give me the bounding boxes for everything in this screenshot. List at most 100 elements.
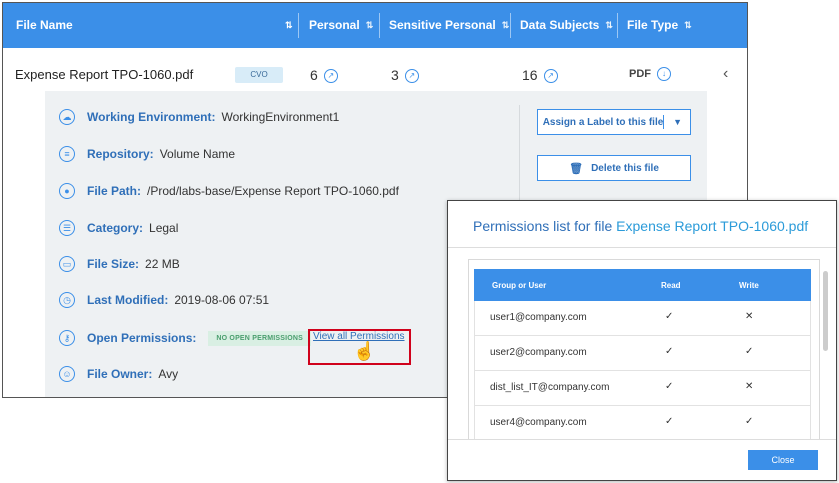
column-label: File Name [16, 18, 73, 32]
detail-working-environment: ☁ Working Environment: WorkingEnvironmen… [59, 105, 339, 129]
column-data-subjects[interactable]: Data Subjects ⇅ [520, 3, 613, 48]
chevron-left-icon[interactable]: ‹ [723, 65, 728, 83]
read-permission-icon: ✓ [665, 381, 674, 392]
investigate-link-icon[interactable]: ↗ [323, 69, 338, 84]
investigate-link-icon[interactable]: ↗ [543, 69, 558, 84]
permissions-table-header: Group or User Read Write [474, 269, 811, 301]
file-type: PDF ↓ [629, 67, 671, 81]
download-icon[interactable]: ↓ [657, 67, 671, 81]
column-sensitive-personal[interactable]: Sensitive Personal ⇅ [389, 3, 509, 48]
close-button[interactable]: Close [748, 450, 818, 470]
column-group-or-user: Group or User [492, 281, 547, 290]
divider [448, 247, 836, 248]
investigate-link-icon[interactable]: ↗ [404, 69, 419, 84]
detail-value: Avy [158, 367, 179, 381]
hand-cursor-icon: ☝ [353, 341, 376, 361]
user-card-icon: ☺ [59, 366, 75, 382]
dialog-file-name: Expense Report TPO-1060.pdf [616, 218, 809, 234]
detail-value: 22 MB [145, 257, 180, 271]
detail-label: Open Permissions: [87, 331, 197, 345]
user-name: dist_list_IT@company.com [490, 382, 610, 393]
detail-value: WorkingEnvironment1 [221, 110, 340, 124]
sensitive-personal-count: 3 ↗ [391, 67, 419, 84]
dialog-title-prefix: Permissions list for file [473, 218, 613, 234]
sensitive-personal-value: 3 [391, 67, 399, 83]
write-permission-icon: ✓ [745, 416, 754, 427]
detail-label: Repository: [87, 147, 154, 161]
sort-arrows-icon[interactable]: ⇅ [366, 3, 373, 48]
scrollbar[interactable] [823, 271, 828, 351]
column-file-type[interactable]: File Type ⇅ [627, 3, 692, 48]
user-name: user4@company.com [490, 417, 587, 428]
permissions-dialog: Permissions list for file Expense Report… [447, 200, 837, 481]
read-permission-icon: ✓ [665, 311, 674, 322]
column-label: File Type [627, 18, 679, 32]
detail-repository: ≡ Repository: Volume Name [59, 142, 235, 166]
database-icon: ≡ [59, 146, 75, 162]
caret-down-icon[interactable]: ▼ [673, 117, 682, 127]
table-row[interactable]: Expense Report TPO-1060.pdf CVO 6 ↗ 3 ↗ 16… [3, 53, 747, 95]
button-label: Delete this file [591, 162, 659, 174]
detail-value: 2019-08-06 07:51 [174, 293, 270, 307]
sort-arrows-icon[interactable]: ⇅ [285, 20, 293, 31]
read-permission-icon: ✓ [665, 346, 674, 357]
detail-label: Last Modified: [87, 293, 169, 307]
clock-icon: ◷ [59, 292, 75, 308]
divider [448, 439, 836, 440]
permissions-table: Group or User Read Write user1@company.c… [468, 259, 820, 440]
data-subjects-value: 16 [522, 67, 538, 83]
column-file-name[interactable]: File Name [16, 3, 73, 48]
table-header: File Name ⇅ Personal ⇅ Sensitive Persona… [3, 3, 747, 48]
write-permission-icon: ✕ [745, 311, 754, 322]
detail-value: Volume Name [159, 147, 236, 161]
divider [519, 105, 520, 213]
write-permission-icon: ✓ [745, 346, 754, 357]
detail-file-owner: ☺ File Owner: Avy [59, 362, 178, 386]
personal-value: 6 [310, 67, 318, 83]
column-label: Data Subjects [520, 18, 600, 32]
detail-file-path: ● File Path: /Prod/labs-base/Expense Rep… [59, 179, 399, 203]
column-write: Write [739, 281, 759, 290]
column-divider [617, 13, 618, 38]
column-label: Personal [309, 18, 360, 32]
read-permission-icon: ✓ [665, 416, 674, 427]
detail-file-size: ▭ File Size: 22 MB [59, 252, 180, 276]
column-divider [510, 13, 511, 38]
dialog-title: Permissions list for file Expense Report… [473, 218, 808, 234]
split-divider [663, 115, 664, 129]
detail-category: ☰ Category: Legal [59, 216, 178, 240]
folder-icon: ▭ [59, 256, 75, 272]
column-divider [379, 13, 380, 38]
file-type-value: PDF [629, 67, 651, 80]
column-divider [298, 13, 299, 38]
location-pin-icon: ● [59, 183, 75, 199]
table-row: dist_list_IT@company.com ✓ ✕ [474, 371, 811, 406]
column-personal[interactable]: Personal ⇅ [309, 3, 373, 48]
sort-arrows-icon[interactable]: ⇅ [605, 3, 612, 48]
sort-arrows-icon[interactable]: ⇅ [684, 3, 691, 48]
detail-label: File Size: [87, 257, 140, 271]
write-permission-icon: ✕ [745, 381, 754, 392]
detail-value: Legal [149, 221, 179, 235]
key-icon: ⚷ [59, 330, 75, 346]
personal-count: 6 ↗ [310, 67, 338, 84]
button-label: Assign a Label to this file [542, 116, 664, 128]
no-open-permissions-badge: NO OPEN PERMISSIONS [208, 330, 312, 346]
column-label: Sensitive Personal [389, 18, 496, 32]
working-environment-badge: CVO [235, 67, 283, 83]
assign-label-button[interactable]: Assign a Label to this file ▼ [537, 109, 691, 135]
delete-file-button[interactable]: 🗑 Delete this file [537, 155, 691, 181]
table-row: user2@company.com ✓ ✓ [474, 336, 811, 371]
detail-label: File Owner: [87, 367, 153, 381]
table-row: user1@company.com ✓ ✕ [474, 301, 811, 336]
detail-open-permissions: ⚷ Open Permissions: NO OPEN PERMISSIONS [59, 326, 312, 350]
cloud-icon: ☁ [59, 109, 75, 125]
list-icon: ☰ [59, 220, 75, 236]
sort-arrows-icon[interactable]: ⇅ [502, 3, 509, 48]
trash-icon: 🗑 [569, 162, 584, 175]
table-row: user4@company.com ✓ ✓ [474, 406, 811, 440]
file-name: Expense Report TPO-1060.pdf [15, 67, 194, 82]
data-subjects-count: 16 ↗ [522, 67, 558, 84]
user-name: user2@company.com [490, 347, 587, 358]
detail-last-modified: ◷ Last Modified: 2019-08-06 07:51 [59, 288, 269, 312]
